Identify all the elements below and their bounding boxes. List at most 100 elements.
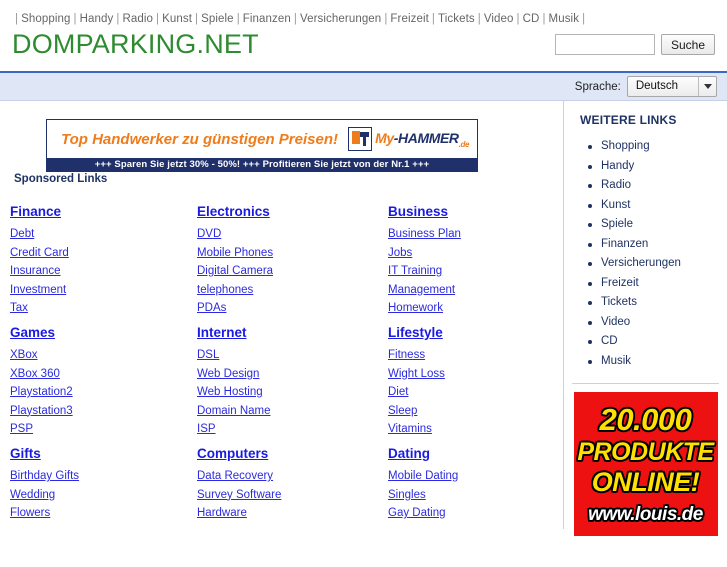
category-link[interactable]: Business Plan (388, 228, 461, 240)
top-nav-item-tickets[interactable]: Tickets (438, 13, 475, 25)
sidebar-item-spiele[interactable]: Spiele (588, 215, 727, 235)
sidebar-item-versicherungen[interactable]: Versicherungen (588, 254, 727, 274)
category-link[interactable]: Jobs (388, 247, 412, 259)
top-nav-item-spiele[interactable]: Spiele (201, 13, 234, 25)
category-link[interactable]: PDAs (197, 302, 226, 314)
search-input[interactable] (554, 34, 655, 55)
louis-banner-ad[interactable]: 20.000 PRODUKTE ONLINE! www.louis.de (573, 392, 718, 536)
category-link[interactable]: Gay Dating (388, 507, 446, 519)
category-link[interactable]: Digital Camera (197, 265, 273, 277)
category-link[interactable]: Data Recovery (197, 470, 273, 482)
language-select[interactable]: Deutsch (626, 76, 717, 97)
category-link[interactable]: DVD (197, 228, 221, 240)
category-link[interactable]: Domain Name (197, 405, 271, 417)
list-item: Digital Camera (197, 262, 374, 281)
category-link[interactable]: PSP (10, 423, 33, 435)
sponsored-link-grid: Finance Debt Credit Card Insurance Investmen… (0, 204, 563, 567)
list-item: Vitamins (388, 420, 561, 439)
link-category-games: Games XBox XBox 360 Playstation2 Playstation… (0, 325, 187, 446)
top-nav-item-cd[interactable]: CD (523, 13, 540, 25)
category-link[interactable]: Diet (388, 386, 408, 398)
category-link[interactable]: Mobile Phones (197, 247, 273, 259)
category-title[interactable]: Business (388, 204, 448, 219)
category-link[interactable]: Playstation2 (10, 386, 73, 398)
category-title[interactable]: Internet (197, 325, 247, 340)
category-link[interactable]: Management (388, 284, 455, 296)
myhammer-banner-ad[interactable]: Top Handwerker zu günstigen Preisen! My-… (46, 119, 478, 172)
category-link[interactable]: Survey Software (197, 489, 281, 501)
top-nav-item-kunst[interactable]: Kunst (162, 13, 192, 25)
category-link[interactable]: XBox (10, 349, 38, 361)
list-item: Wedding (10, 486, 187, 505)
sidebar-link-list: Shopping Handy Radio Kunst Spiele Finanzen Ver… (564, 137, 727, 371)
category-link[interactable]: Web Hosting (197, 386, 263, 398)
category-link[interactable]: Debt (10, 228, 34, 240)
nav-separator: | (542, 13, 546, 25)
category-link[interactable]: Flowers (10, 507, 50, 519)
category-link[interactable]: telephones (197, 284, 253, 296)
list-item: Diet (388, 383, 561, 402)
category-link[interactable]: Credit Card (10, 247, 69, 259)
category-title[interactable]: Electronics (197, 204, 270, 219)
category-link[interactable]: Playstation3 (10, 405, 73, 417)
category-link[interactable]: Hardware (197, 507, 247, 519)
link-grid-row: Gifts Birthday Gifts Wedding Flowers Compute… (0, 446, 563, 567)
category-link[interactable]: Investment (10, 284, 66, 296)
top-nav-item-shopping[interactable]: Shopping (21, 13, 70, 25)
category-title[interactable]: Finance (10, 204, 61, 219)
category-link[interactable]: Homework (388, 302, 443, 314)
sidebar-item-shopping[interactable]: Shopping (588, 137, 727, 157)
main-content: Top Handwerker zu günstigen Preisen! My-… (0, 101, 727, 536)
category-link[interactable]: Wedding (10, 489, 55, 501)
sidebar-title: WEITERE LINKS (580, 113, 677, 127)
category-title[interactable]: Lifestyle (388, 325, 443, 340)
sidebar-item-musik[interactable]: Musik (588, 352, 727, 372)
search-form: Suche (554, 34, 715, 55)
nav-separator: | (431, 13, 436, 25)
list-item: Fitness (388, 346, 561, 365)
top-nav-item-freizeit[interactable]: Freizeit (390, 13, 429, 25)
list-item: ISP (197, 420, 374, 439)
nav-separator: | (516, 13, 520, 25)
category-title[interactable]: Computers (197, 446, 268, 461)
top-nav-item-musik[interactable]: Musik (549, 13, 580, 25)
top-nav-item-handy[interactable]: Handy (80, 13, 114, 25)
sidebar-item-video[interactable]: Video (588, 313, 727, 333)
top-nav-item-radio[interactable]: Radio (122, 13, 153, 25)
sidebar-item-tickets[interactable]: Tickets (588, 293, 727, 313)
top-nav-item-video[interactable]: Video (484, 13, 514, 25)
sidebar-item-kunst[interactable]: Kunst (588, 196, 727, 216)
top-nav-item-versicherungen[interactable]: Versicherungen (300, 13, 381, 25)
banner-strip: +++ Sparen Sie jetzt 30% - 50%! +++ Prof… (47, 158, 477, 171)
sidebar-item-freizeit[interactable]: Freizeit (588, 274, 727, 294)
sidebar-item-handy[interactable]: Handy (588, 157, 727, 177)
category-link[interactable]: IT Training (388, 265, 442, 277)
list-item: Web Hosting (197, 383, 374, 402)
category-link[interactable]: Vitamins (388, 423, 432, 435)
category-title[interactable]: Games (10, 325, 55, 340)
category-link[interactable]: Sleep (388, 405, 417, 417)
category-title[interactable]: Dating (388, 446, 430, 461)
category-link[interactable]: Mobile Dating (388, 470, 458, 482)
top-nav-item-finanzen[interactable]: Finanzen (243, 13, 291, 25)
list-item: Survey Software (197, 486, 374, 505)
category-link[interactable]: XBox 360 (10, 368, 60, 380)
category-link[interactable]: Insurance (10, 265, 61, 277)
sponsored-links-label: Sponsored Links (14, 173, 108, 185)
category-title[interactable]: Gifts (10, 446, 41, 461)
sidebar-item-radio[interactable]: Radio (588, 176, 727, 196)
list-item: Playstation2 (10, 383, 187, 402)
list-item: Web Design (197, 365, 374, 384)
category-link[interactable]: ISP (197, 423, 216, 435)
category-link[interactable]: Web Design (197, 368, 259, 380)
sidebar-item-finanzen[interactable]: Finanzen (588, 235, 727, 255)
category-link[interactable]: Fitness (388, 349, 425, 361)
category-link[interactable]: Wight Loss (388, 368, 445, 380)
sidebar-item-cd[interactable]: CD (588, 332, 727, 352)
search-button[interactable]: Suche (660, 34, 715, 55)
category-link[interactable]: Tax (10, 302, 28, 314)
chevron-down-icon (698, 77, 716, 96)
category-link[interactable]: DSL (197, 349, 219, 361)
category-link[interactable]: Singles (388, 489, 426, 501)
category-link[interactable]: Birthday Gifts (10, 470, 79, 482)
